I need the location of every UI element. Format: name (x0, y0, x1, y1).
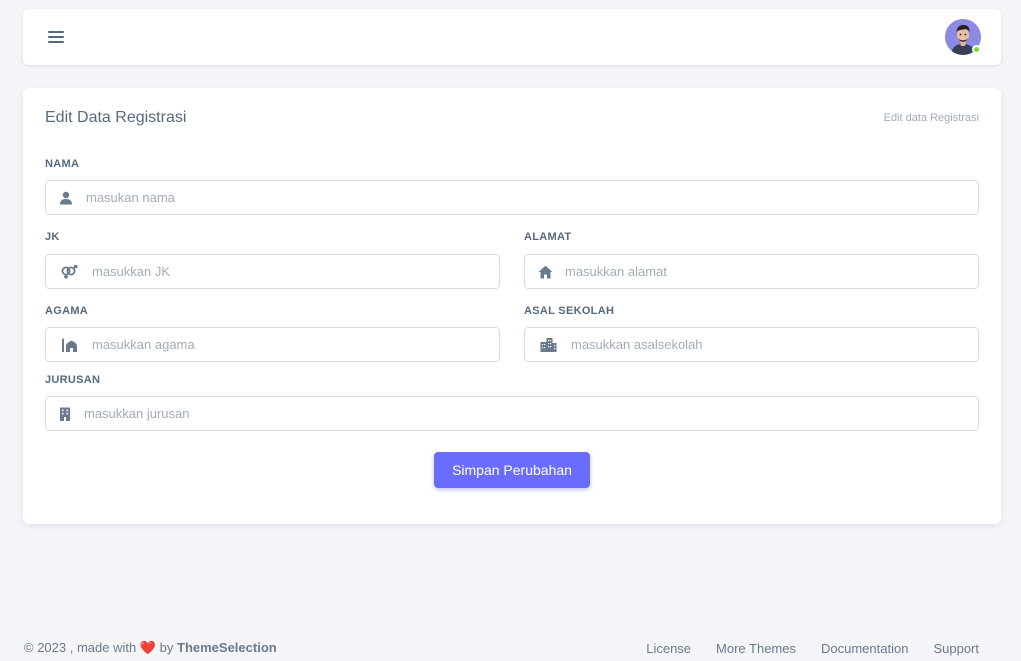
copyright-text: © 2023 , made with (24, 640, 137, 655)
footer-link-support[interactable]: Support (933, 641, 979, 656)
alamat-label: ALAMAT (524, 231, 572, 243)
agama-input-group (45, 327, 500, 362)
edit-registration-card: Edit Data Registrasi Edit data Registras… (23, 88, 1001, 524)
jk-label: JK (45, 231, 60, 243)
footer-copyright: © 2023 , made with ❤️ by ThemeSelection (24, 640, 277, 656)
mosque-icon (46, 337, 88, 352)
gender-icon (46, 264, 88, 279)
buildings-icon (525, 337, 567, 352)
card-header: Edit Data Registrasi Edit data Registras… (45, 88, 979, 148)
agama-input[interactable] (88, 328, 499, 361)
footer-links: License More Themes Documentation Suppor… (646, 641, 979, 656)
online-status-indicator (972, 45, 981, 54)
user-icon (46, 191, 82, 205)
by-text: by (159, 640, 174, 655)
save-changes-button[interactable]: Simpan Perubahan (434, 452, 590, 488)
asal-sekolah-input[interactable] (567, 328, 978, 361)
jk-input-group (45, 254, 500, 289)
heart-icon: ❤️ (139, 640, 157, 655)
user-avatar[interactable] (945, 19, 981, 55)
alamat-input[interactable] (561, 255, 978, 288)
alamat-input-group (524, 254, 979, 289)
top-navbar (23, 9, 1001, 65)
asal-sekolah-label: ASAL SEKOLAH (524, 305, 615, 317)
jurusan-label: JURUSAN (45, 374, 101, 386)
nama-input[interactable] (82, 181, 978, 214)
footer-link-license[interactable]: License (646, 641, 691, 656)
card-subtitle: Edit data Registrasi (883, 112, 979, 124)
nama-input-group (45, 180, 979, 215)
brand-link[interactable]: ThemeSelection (177, 640, 277, 655)
footer-link-more-themes[interactable]: More Themes (716, 641, 796, 656)
building-icon (46, 407, 80, 421)
footer-link-documentation[interactable]: Documentation (821, 641, 908, 656)
home-icon (525, 265, 561, 279)
footer: © 2023 , made with ❤️ by ThemeSelection … (24, 638, 979, 658)
menu-toggle-icon[interactable] (47, 30, 65, 44)
agama-label: AGAMA (45, 305, 89, 317)
jurusan-input[interactable] (80, 397, 978, 430)
jurusan-input-group (45, 396, 979, 431)
asal-sekolah-input-group (524, 327, 979, 362)
card-title: Edit Data Registrasi (45, 109, 187, 126)
nama-label: NAMA (45, 158, 80, 170)
jk-input[interactable] (88, 255, 499, 288)
